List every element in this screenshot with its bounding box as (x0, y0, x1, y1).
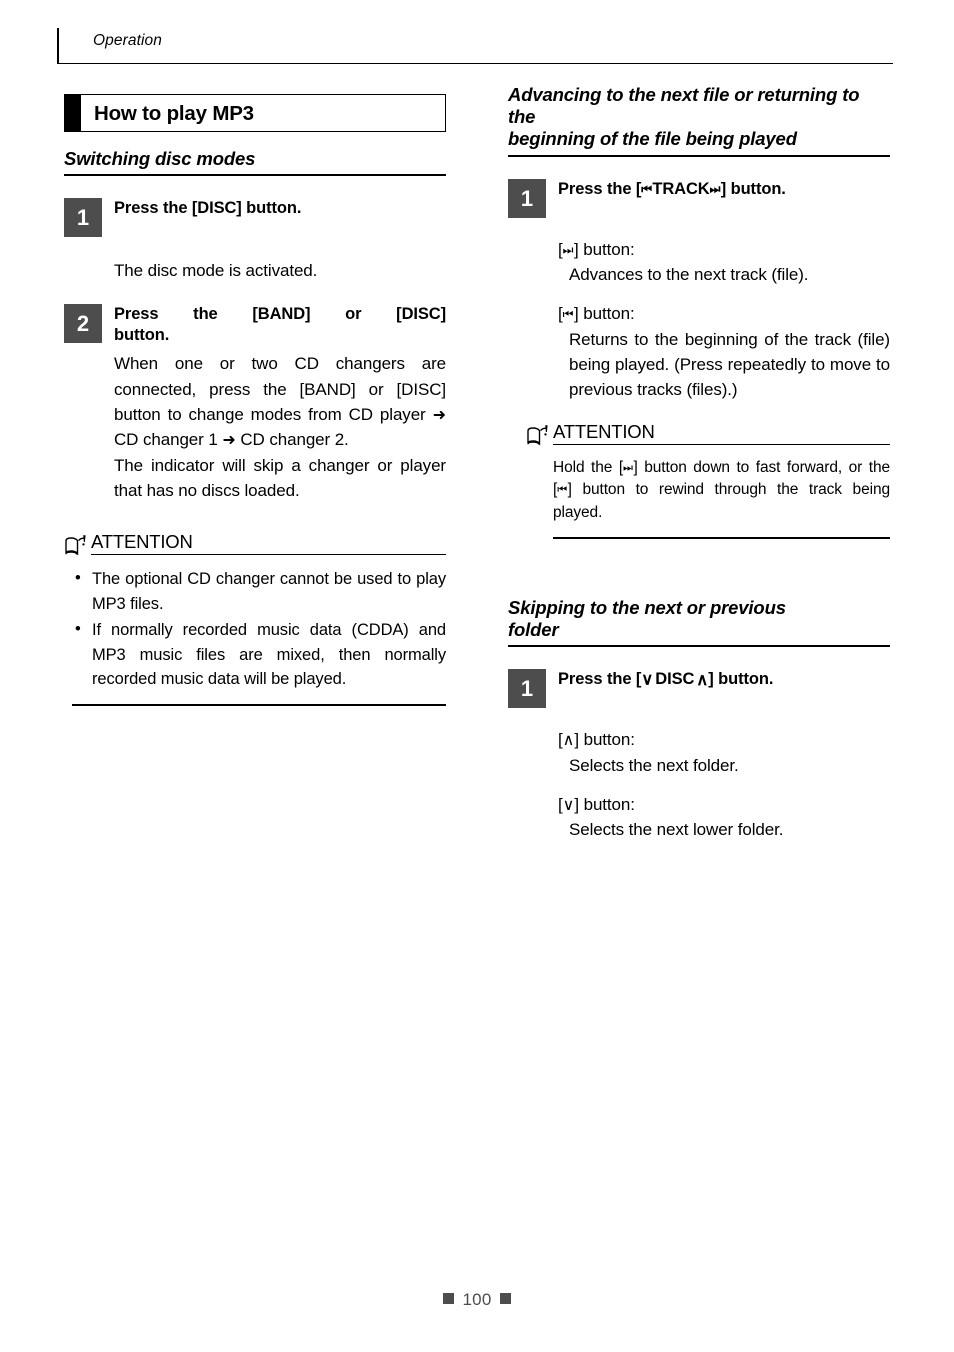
page-number: 100 (462, 1290, 492, 1309)
button-description-text: Selects the next folder. (569, 755, 739, 775)
section-rule (64, 174, 446, 177)
step-number-badge: 1 (508, 178, 546, 218)
step-number-badge: 1 (508, 669, 546, 709)
step-1-track: 1 Press the [⏮TRACK⏭] button. (508, 178, 890, 218)
step-1-disc: 1 Press the [∨ DISC ∧] button. (508, 669, 890, 709)
right-column: Advancing to the next file or returning … (508, 84, 890, 884)
bracket-close-label: ] button: (574, 794, 635, 814)
attention-text-part-3: ] button to rewind through the track bei… (553, 481, 890, 522)
attention-bullet-item: • If normally recorded music data (CDDA)… (72, 618, 446, 692)
step-2-body-part-1: When one or two CD changers are connecte… (114, 354, 446, 425)
attention-bullet-text: If normally recorded music data (CDDA) a… (92, 620, 446, 689)
bracket-close-label: ] button: (574, 304, 635, 324)
arrow-right-icon-1: ➜ (432, 406, 447, 425)
attention-bullet-text: The optional CD changer cannot be used t… (92, 570, 446, 614)
button-label-line: [⏮] button: (558, 301, 890, 326)
step-2-body-paragraph-2: The indicator will skip a changer or pla… (114, 455, 446, 501)
section-heading-switching-disc-modes: Switching disc modes (64, 148, 446, 177)
manual-page: Operation How to play MP3 Switching disc… (0, 0, 954, 1352)
attention-text-part-1: Hold the [ (553, 458, 624, 476)
running-header: Operation (57, 28, 893, 64)
step-2-body-part-3: CD changer 2. (235, 430, 349, 450)
bracket-close-label: ] button: (574, 730, 635, 750)
previous-track-icon: ⏮ (641, 181, 653, 196)
section-heading-line-1: Advancing to the next file or returning … (508, 84, 860, 128)
attention-close-rule (72, 704, 446, 707)
attention-rule (91, 554, 446, 556)
step-2-body-paragraph-1: When one or two CD changers are connecte… (114, 351, 446, 452)
attention-label: ATTENTION (91, 531, 193, 553)
step-title-prefix: Press the [ (558, 670, 642, 689)
step-title: Press the [DISC] button. (114, 199, 302, 218)
button-description-next-track: [⏭] button: Advances to the next track (… (558, 237, 890, 288)
next-track-icon: ⏭ (709, 181, 721, 196)
left-column: Switching disc modes 1 Press the [DISC] … (64, 148, 446, 788)
attention-label: ATTENTION (553, 420, 655, 442)
footer-marker-left (442, 1293, 454, 1304)
attention-rule (553, 443, 890, 445)
section-rule (508, 154, 890, 157)
step-title: Press the [⏮TRACK⏭] button. (558, 179, 890, 201)
chevron-down-icon: ∨ (562, 795, 575, 814)
previous-track-icon: ⏮ (557, 484, 568, 497)
chapter-title-box: How to play MP3 (64, 94, 446, 132)
chevron-up-icon: ∧ (696, 670, 709, 689)
button-description-text: Advances to the next track (file). (569, 264, 809, 284)
button-label-line: [⏭] button: (558, 237, 890, 262)
step-title-disc-label: DISC (655, 670, 695, 689)
arrow-right-icon-2: ➜ (222, 431, 236, 450)
chapter-title-accent-bar (65, 95, 81, 131)
section-rule (508, 645, 890, 648)
button-description-text: Returns to the beginning of the track (f… (569, 329, 890, 400)
button-description-previous-track: [⏮] button: Returns to the beginning of … (558, 301, 890, 402)
step-number-badge: 2 (64, 303, 102, 343)
chevron-up-icon: ∧ (562, 731, 575, 750)
chevron-down-icon: ∨ (641, 670, 654, 689)
step-number-badge: 1 (64, 198, 102, 238)
attention-body: Hold the [⏭] button down to fast forward… (553, 457, 890, 525)
bullet-icon: • (75, 619, 81, 638)
step-title-track-label: TRACK (652, 179, 710, 198)
open-book-exclamation-icon (64, 533, 92, 557)
step-2-body-part-2: CD changer 1 (114, 430, 223, 450)
running-header-title: Operation (93, 32, 162, 49)
section-heading-line-2: folder (508, 619, 559, 641)
page-title: How to play MP3 (94, 102, 254, 125)
footer-marker-right (500, 1293, 512, 1304)
step-2-left: 2 Press the [BAND] or [DISC] button. (64, 303, 446, 348)
page-footer: 100 (0, 1290, 954, 1310)
bracket-close-label: ] button: (574, 239, 635, 259)
next-track-icon: ⏭ (562, 242, 575, 257)
step-title-suffix: ] button. (720, 179, 786, 198)
step-title-line-1: Press the [BAND] or [DISC] (114, 304, 446, 323)
open-book-exclamation-icon (526, 423, 554, 447)
attention-header: ATTENTION (526, 421, 890, 447)
section-heading-line-1: Skipping to the next or previous (508, 596, 786, 618)
previous-track-icon: ⏮ (562, 307, 575, 322)
button-label-line: [∧] button: (558, 727, 890, 752)
step-1-left: 1 Press the [DISC] button. (64, 198, 446, 238)
attention-block-right: ATTENTION Hold the [⏭] button down to fa… (526, 421, 890, 539)
section-heading-advancing-next-file: Advancing to the next file or returning … (508, 84, 890, 157)
button-description-text: Selects the next lower folder. (569, 820, 784, 840)
button-description-lower-folder: [∨] button: Selects the next lower folde… (558, 792, 890, 843)
attention-block-left: ATTENTION • The optional CD changer cann… (64, 531, 446, 707)
next-track-icon: ⏭ (623, 461, 634, 474)
attention-body: • The optional CD changer cannot be used… (72, 567, 446, 692)
step-1-body: The disc mode is activated. (114, 261, 318, 281)
section-heading-line-2: beginning of the file being played (508, 128, 797, 150)
attention-bullet-item: • The optional CD changer cannot be used… (72, 567, 446, 617)
button-label-line: [∨] button: (558, 792, 890, 817)
section-heading-skipping-folder: Skipping to the next or previous folder (508, 596, 890, 648)
attention-close-rule (553, 536, 890, 539)
step-title-prefix: Press the [ (558, 179, 642, 198)
bullet-icon: • (75, 569, 81, 588)
button-description-next-folder: [∧] button: Selects the next folder. (558, 727, 890, 778)
step-title-line-2: button. (114, 326, 170, 345)
attention-header: ATTENTION (64, 531, 446, 557)
step-title: Press the [∨ DISC ∧] button. (558, 669, 890, 691)
step-title-suffix: ] button. (708, 670, 774, 689)
